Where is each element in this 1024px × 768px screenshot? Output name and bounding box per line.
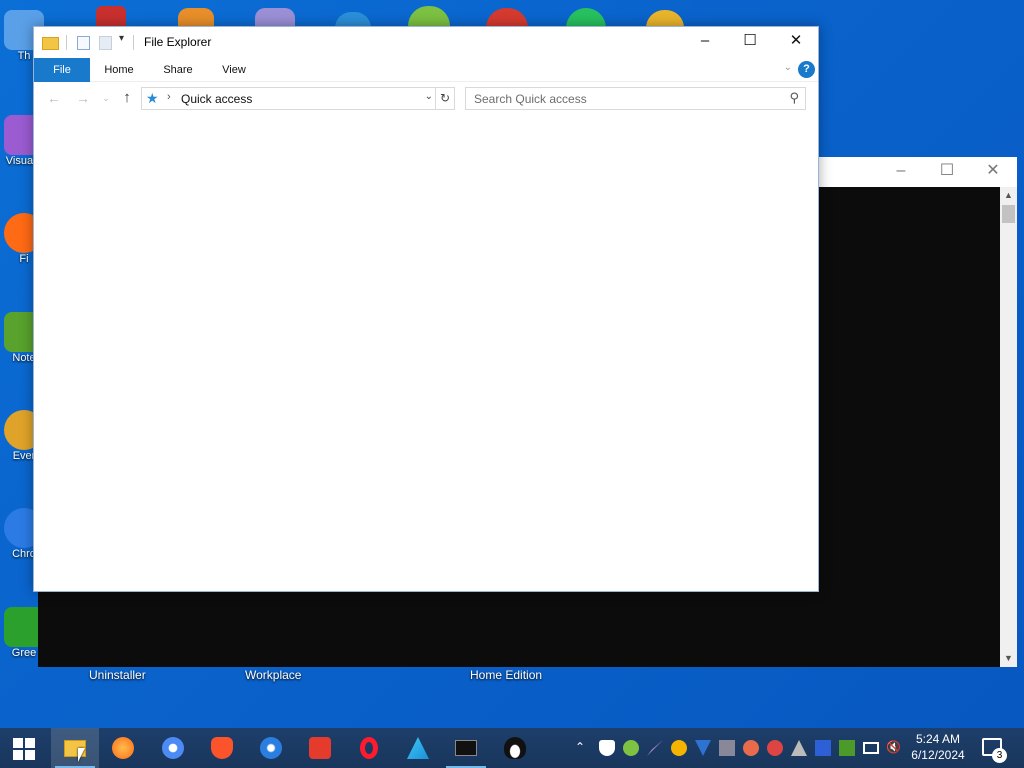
divider	[133, 35, 134, 50]
wps-icon	[309, 737, 331, 759]
clock[interactable]: 5:24 AM 6/12/2024	[906, 731, 970, 763]
close-button[interactable]: ✕	[773, 27, 819, 57]
clock-date: 6/12/2024	[911, 748, 965, 762]
search-placeholder: Search Quick access	[474, 92, 587, 106]
taskbar: ⌃ 🔇 5:24 AM 6/12/2024 3	[0, 728, 1024, 768]
volume-muted-icon[interactable]: 🔇	[886, 740, 902, 756]
search-input[interactable]: Search Quick access ⚲	[465, 87, 806, 110]
taskbar-app-linux[interactable]	[491, 728, 539, 768]
breadcrumb-chevron-icon[interactable]: ›	[167, 91, 171, 103]
desktop-icon-top-3[interactable]	[255, 8, 295, 28]
new-folder-icon[interactable]	[99, 36, 112, 50]
terminal-close-button[interactable]: ✕	[970, 157, 1016, 187]
taskbar-app-firefox[interactable]	[99, 728, 147, 768]
code-editor-icon	[407, 737, 429, 759]
window-title: File Explorer	[144, 35, 212, 49]
terminal-icon	[455, 740, 477, 756]
maximize-button[interactable]: ☐	[727, 27, 773, 57]
ribbon-tabs: File Home Share View ⌄ ?	[34, 58, 818, 82]
properties-icon[interactable]	[77, 36, 90, 50]
quick-access-star-icon: ★	[146, 90, 159, 106]
tray-chrome-icon[interactable]	[671, 740, 687, 756]
taskbar-app-chromium[interactable]	[149, 728, 197, 768]
tab-file[interactable]: File	[34, 58, 90, 82]
recent-locations-icon[interactable]: ⌄	[96, 88, 116, 108]
navigation-bar: ← → ⌄ ↑ ★ › Quick access ⌄ ↻ Search Quic…	[34, 84, 818, 114]
breadcrumb-location[interactable]: Quick access	[181, 92, 252, 106]
tray-app5-icon[interactable]	[815, 740, 831, 756]
folder-icon[interactable]	[42, 37, 59, 50]
taskbar-app-code-editor[interactable]	[394, 728, 442, 768]
desktop-icon-top-1[interactable]	[96, 6, 126, 28]
scroll-thumb[interactable]	[1002, 205, 1015, 223]
tray-plus-icon[interactable]	[623, 740, 639, 756]
back-icon[interactable]: ←	[44, 88, 64, 108]
forward-icon[interactable]: →	[73, 88, 93, 108]
taskbar-app-terminal[interactable]	[442, 728, 490, 768]
desktop-icon-top-7[interactable]	[566, 8, 606, 28]
chromium-icon	[162, 737, 184, 759]
brave-icon	[211, 737, 233, 759]
desktop-icon-top-6[interactable]	[486, 8, 528, 28]
windows-logo-icon	[13, 738, 35, 760]
address-bar[interactable]: ★ › Quick access ⌄	[141, 87, 436, 110]
tray-bluetooth-icon[interactable]	[695, 740, 711, 756]
show-hidden-icons-chevron-icon[interactable]: ⌃	[575, 740, 591, 756]
terminal-minimize-button[interactable]: –	[878, 157, 924, 187]
tab-home[interactable]: Home	[97, 58, 141, 82]
terminal-maximize-button[interactable]: ☐	[924, 157, 970, 187]
tab-view[interactable]: View	[212, 58, 256, 82]
help-icon[interactable]: ?	[798, 61, 815, 78]
desktop-icon-top-5[interactable]	[408, 6, 450, 28]
refresh-icon[interactable]: ↻	[435, 87, 455, 110]
taskbar-app-file-explorer[interactable]	[51, 728, 99, 768]
terminal-titlebar[interactable]: – ☐ ✕	[818, 157, 1017, 187]
address-dropdown-icon[interactable]: ⌄	[425, 91, 433, 102]
opera-icon	[360, 737, 378, 759]
taskbar-app-browser[interactable]	[247, 728, 295, 768]
tab-share[interactable]: Share	[155, 58, 201, 82]
security-shield-icon[interactable]	[599, 740, 615, 756]
linux-penguin-icon	[504, 737, 526, 759]
tray-app-icon[interactable]	[719, 740, 735, 756]
desktop-label-home-edition[interactable]: Home Edition	[470, 668, 542, 682]
desktop-label-workplace[interactable]: Workplace	[245, 668, 301, 682]
scroll-up-icon[interactable]: ▲	[1000, 187, 1017, 204]
tray-app4-icon[interactable]	[791, 740, 807, 756]
scroll-down-icon[interactable]: ▼	[1000, 650, 1017, 667]
network-icon[interactable]	[863, 742, 879, 754]
desktop-icon-top-2[interactable]	[178, 8, 214, 28]
mouse-cursor-icon	[78, 748, 85, 762]
tray-app6-icon[interactable]	[839, 740, 855, 756]
taskbar-app-wps[interactable]	[296, 728, 344, 768]
tray-app2-icon[interactable]	[743, 740, 759, 756]
search-icon[interactable]: ⚲	[789, 90, 799, 106]
explorer-titlebar[interactable]: ▾ File Explorer – ☐ ✕	[34, 27, 818, 58]
minimize-button[interactable]: –	[682, 27, 728, 57]
up-icon[interactable]: ↑	[117, 88, 137, 108]
tray-app3-icon[interactable]	[767, 740, 783, 756]
browser-icon	[260, 737, 282, 759]
start-button[interactable]	[0, 728, 48, 768]
content-area[interactable]	[34, 115, 818, 591]
desktop-label-uninstaller[interactable]: Uninstaller	[89, 668, 146, 682]
taskbar-app-brave[interactable]	[198, 728, 246, 768]
customize-toolbar-icon[interactable]: ▾	[119, 33, 124, 44]
tray-feather-icon[interactable]	[647, 740, 663, 756]
clock-time: 5:24 AM	[915, 732, 961, 746]
divider	[66, 35, 67, 50]
expand-ribbon-icon[interactable]: ⌄	[784, 62, 792, 73]
taskbar-app-opera[interactable]	[345, 728, 393, 768]
terminal-scrollbar[interactable]: ▲ ▼	[1000, 187, 1017, 667]
firefox-icon	[112, 737, 134, 759]
notification-count-badge: 3	[992, 748, 1007, 763]
file-explorer-window[interactable]: ▾ File Explorer – ☐ ✕ File Home Share Vi…	[33, 26, 819, 592]
